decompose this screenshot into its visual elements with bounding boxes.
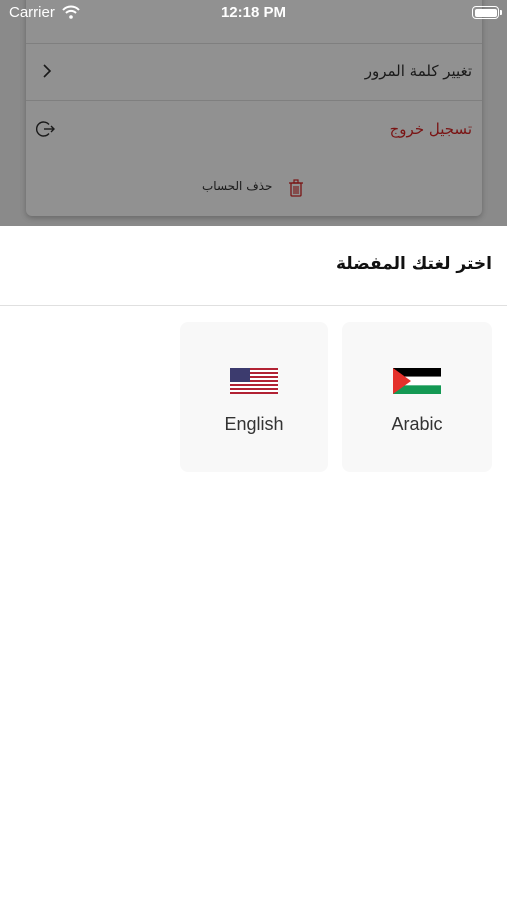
palestine-flag-icon bbox=[393, 368, 441, 394]
battery-icon bbox=[472, 6, 502, 19]
change-password-label: تغيير كلمة المرور bbox=[364, 62, 472, 80]
logout-icon bbox=[36, 121, 55, 137]
trash-icon bbox=[289, 179, 303, 197]
change-password-row[interactable]: تغيير كلمة المرور bbox=[26, 44, 482, 101]
delete-account-button[interactable]: حذف الحساب bbox=[26, 173, 482, 203]
logout-row[interactable]: تسجيل خروج bbox=[26, 102, 482, 159]
language-label-english: English bbox=[224, 414, 284, 434]
dimmed-background: تغيير كلمة المرور تسجيل خروج حذف الحساب bbox=[0, 0, 507, 226]
chevron-left-icon bbox=[43, 64, 52, 78]
sheet-header: اختر لغتك المفضلة bbox=[0, 226, 507, 306]
delete-account-label: حذف الحساب bbox=[202, 179, 273, 193]
language-sheet: اختر لغتك المفضلة Arabic English bbox=[0, 226, 507, 900]
settings-card: تغيير كلمة المرور تسجيل خروج حذف الحساب bbox=[26, 0, 482, 216]
sheet-title: اختر لغتك المفضلة bbox=[335, 254, 492, 274]
language-label-arabic: Arabic bbox=[391, 414, 443, 434]
status-time: 12:18 PM bbox=[220, 4, 287, 21]
language-option-english[interactable]: English bbox=[180, 322, 328, 472]
logout-label: تسجيل خروج bbox=[389, 120, 472, 138]
us-flag-icon bbox=[230, 368, 278, 394]
status-bar: Carrier 12:18 PM bbox=[0, 0, 507, 26]
language-option-arabic[interactable]: Arabic bbox=[342, 322, 492, 472]
